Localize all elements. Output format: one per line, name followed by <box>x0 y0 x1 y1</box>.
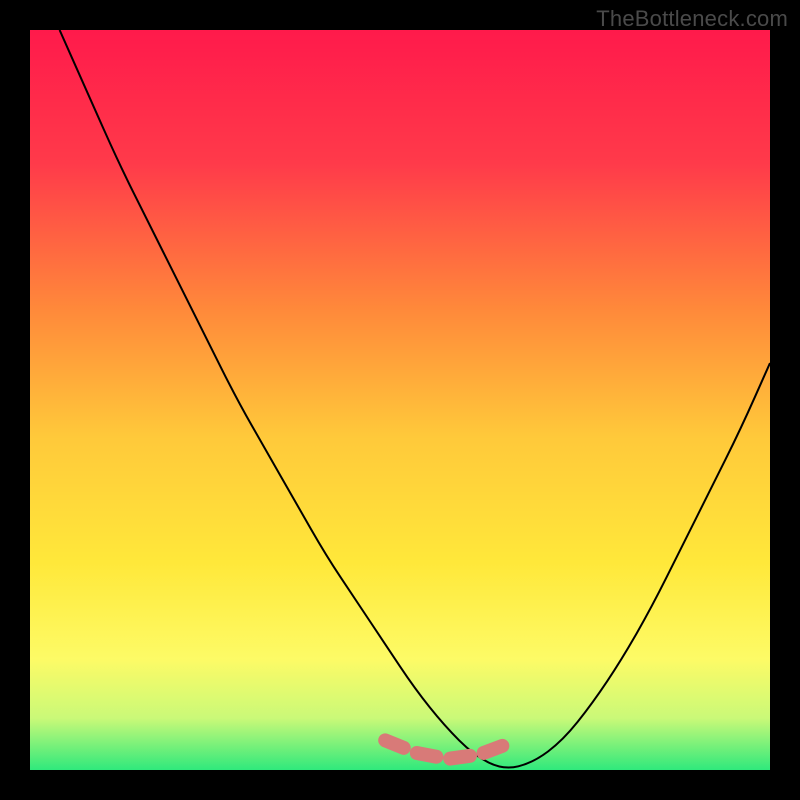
gradient-background <box>30 30 770 770</box>
chart-frame: TheBottleneck.com <box>0 0 800 800</box>
plot-area <box>30 30 770 770</box>
bottleneck-curve-chart <box>30 30 770 770</box>
watermark-text: TheBottleneck.com <box>596 6 788 32</box>
